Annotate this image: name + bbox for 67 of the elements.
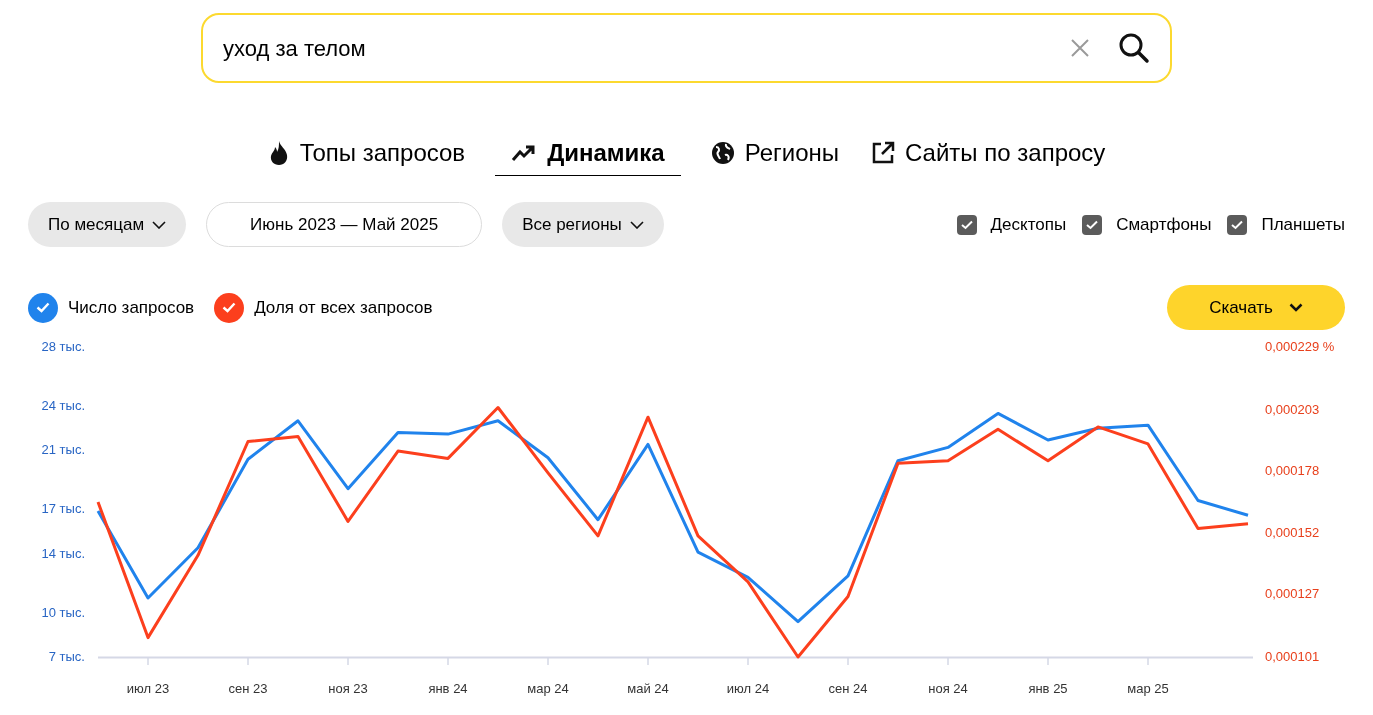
y-axis-label: 28 тыс.	[41, 339, 85, 354]
x-tick	[447, 656, 449, 666]
check-icon	[1086, 219, 1099, 230]
x-tick	[147, 656, 149, 666]
y-axis-label: 0,000178	[1265, 462, 1320, 478]
y-axis-label: 0,000152	[1265, 525, 1320, 541]
x-tick	[747, 656, 749, 666]
y-axis-label: 14 тыс.	[41, 545, 85, 561]
x-tick	[347, 656, 349, 666]
search-input[interactable]: уход за телом	[223, 31, 1070, 65]
caret-icon	[629, 220, 644, 229]
y-axis-label: 24 тыс.	[41, 398, 85, 414]
x-axis-label: янв 24	[428, 681, 468, 696]
external-link-icon	[871, 141, 895, 165]
tab[interactable]: Сайты по запросу	[869, 135, 1108, 176]
x-axis-label: мар 25	[1127, 681, 1169, 696]
device-checkbox[interactable]: Десктопы	[956, 211, 1067, 238]
y-axis-label: 7 тыс.	[48, 649, 85, 664]
x-axis-label: ноя 24	[928, 681, 968, 696]
y-axis-label: 10 тыс.	[41, 604, 85, 620]
chevron-down-icon	[1288, 303, 1303, 312]
check-icon	[36, 302, 50, 313]
download-button[interactable]: Скачать	[1167, 285, 1345, 330]
dropdown-button[interactable]: По месяцам	[28, 202, 187, 247]
trend-arrow-icon	[511, 143, 538, 163]
y-axis-label: 17 тыс.	[41, 501, 85, 517]
device-checkbox[interactable]: Смартфоны	[1082, 211, 1212, 238]
y-axis-label: 0,000127	[1265, 586, 1320, 602]
device-checkbox[interactable]: Планшеты	[1227, 211, 1345, 238]
legend-checkbox[interactable]	[214, 292, 245, 323]
tab[interactable]: Топы запросов	[265, 135, 468, 176]
x-axis-label: июл 24	[726, 681, 770, 696]
check-icon	[1231, 219, 1244, 230]
checkbox[interactable]	[1082, 214, 1103, 235]
y-axis-label: 0,000101	[1265, 649, 1320, 664]
x-tick	[547, 656, 549, 666]
globe-icon	[710, 141, 735, 165]
x-tick	[247, 656, 249, 666]
search-icon[interactable]	[1118, 32, 1150, 64]
checkbox[interactable]	[956, 214, 977, 235]
x-axis-label: сен 23	[228, 681, 268, 696]
x-axis-label: янв 25	[1028, 681, 1068, 696]
y-axis-label: 0,000229 %	[1265, 339, 1335, 354]
caret-icon	[152, 220, 167, 229]
x-axis-label: ноя 23	[328, 681, 368, 696]
tab[interactable]: Регионы	[708, 135, 841, 176]
x-axis-label: май 24	[627, 681, 669, 696]
x-axis-label: сен 24	[828, 681, 868, 696]
y-axis-label: 21 тыс.	[41, 442, 85, 458]
x-axis-label: июл 23	[126, 681, 170, 696]
x-axis-label: мар 24	[527, 681, 569, 696]
search-field[interactable]: уход за телом	[201, 13, 1172, 83]
legend-item[interactable]: Доля от всех запросов	[214, 292, 433, 323]
check-icon	[960, 219, 973, 230]
close-icon[interactable]	[1070, 38, 1090, 58]
x-tick	[647, 656, 649, 666]
check-icon	[222, 302, 237, 313]
tab[interactable]: Динамика	[495, 135, 681, 176]
x-tick	[947, 656, 949, 666]
dropdown-button[interactable]: Все регионы	[502, 202, 664, 247]
x-tick	[1047, 656, 1049, 666]
x-tick	[1147, 656, 1149, 666]
legend-item[interactable]: Число запросов	[28, 292, 195, 323]
legend-checkbox[interactable]	[28, 292, 58, 323]
y-axis-label: 0,000203	[1265, 401, 1320, 417]
checkbox[interactable]	[1227, 214, 1248, 235]
x-tick	[847, 656, 849, 666]
